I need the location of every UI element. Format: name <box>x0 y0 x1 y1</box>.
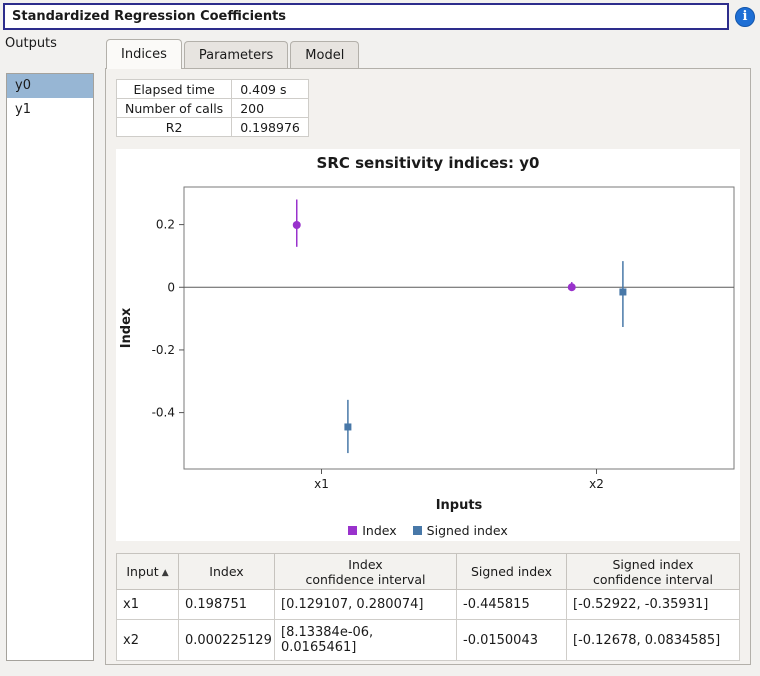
results-cell: -0.445815 <box>457 590 567 620</box>
results-cell: [-0.52922, -0.35931] <box>567 590 740 620</box>
output-item-y0[interactable]: y0 <box>7 74 93 98</box>
results-cell: [8.13384e-06, 0.0165461] <box>275 620 457 661</box>
results-header-0[interactable]: Input▲ <box>117 554 179 590</box>
legend-item-index: Index <box>348 523 396 538</box>
results-cell: [-0.12678, 0.0834585] <box>567 620 740 661</box>
legend-label-index: Index <box>362 523 396 538</box>
results-cell: x2 <box>117 620 179 661</box>
plot-canvas: 0.2 0 -0.2 -0.4 x1 x2 Index Inputs <box>116 175 740 519</box>
stat-label: R2 <box>117 118 232 137</box>
chart-legend: Index Signed index <box>116 519 740 541</box>
svg-text:x2: x2 <box>589 477 604 491</box>
legend-label-signed-index: Signed index <box>427 523 508 538</box>
svg-text:x1: x1 <box>314 477 329 491</box>
stat-label: Number of calls <box>117 99 232 118</box>
svg-text:0.2: 0.2 <box>156 218 175 232</box>
results-header-3[interactable]: Signed index <box>457 554 567 590</box>
tabs-region: IndicesParametersModel Elapsed time0.409… <box>105 36 755 668</box>
tab-indices[interactable]: Indices <box>106 39 182 69</box>
results-cell: [0.129107, 0.280074] <box>275 590 457 620</box>
results-header-4[interactable]: Signed index confidence interval <box>567 554 740 590</box>
signed-index-legend-swatch-icon <box>413 526 422 535</box>
results-header-1[interactable]: Index <box>179 554 275 590</box>
tab-model[interactable]: Model <box>290 41 359 68</box>
chart-title: SRC sensitivity indices: y0 <box>116 149 740 175</box>
main-area: Outputs y0y1 IndicesParametersModel Elap… <box>3 36 757 672</box>
stats-row: R20.198976 <box>117 118 309 137</box>
results-row-x1: x10.198751[0.129107, 0.280074]-0.445815[… <box>117 590 740 620</box>
svg-text:-0.4: -0.4 <box>152 406 175 420</box>
legend-item-signed-index: Signed index <box>413 523 508 538</box>
results-cell: -0.0150043 <box>457 620 567 661</box>
svg-text:-0.2: -0.2 <box>152 343 175 357</box>
title-bar: Standardized Regression Coefficients i <box>3 3 755 30</box>
index-legend-swatch-icon <box>348 526 357 535</box>
outputs-list: y0y1 <box>6 73 94 661</box>
results-cell: 0.198751 <box>179 590 275 620</box>
svg-text:Inputs: Inputs <box>436 498 483 513</box>
tab-bar: IndicesParametersModel <box>106 39 361 69</box>
results-header-row: Input▲IndexIndex confidence intervalSign… <box>117 554 740 590</box>
outputs-label: Outputs <box>5 36 57 51</box>
stats-row: Elapsed time0.409 s <box>117 80 309 99</box>
results-row-x2: x20.000225129[8.13384e-06, 0.0165461]-0.… <box>117 620 740 661</box>
stat-value: 0.409 s <box>232 80 309 99</box>
stats-table: Elapsed time0.409 sNumber of calls200R20… <box>116 79 309 137</box>
svg-text:0: 0 <box>167 280 175 294</box>
results-cell: x1 <box>117 590 179 620</box>
page-title: Standardized Regression Coefficients <box>3 3 729 30</box>
stat-value: 200 <box>232 99 309 118</box>
stat-value: 0.198976 <box>232 118 309 137</box>
app-window: Standardized Regression Coefficients i O… <box>0 0 760 676</box>
stats-row: Number of calls200 <box>117 99 309 118</box>
results-header-2[interactable]: Index confidence interval <box>275 554 457 590</box>
stat-label: Elapsed time <box>117 80 232 99</box>
tab-parameters[interactable]: Parameters <box>184 41 288 68</box>
chart: SRC sensitivity indices: y0 0.2 0 -0.2 -0.4… <box>116 149 740 541</box>
output-item-y1[interactable]: y1 <box>7 98 93 122</box>
results-cell: 0.000225129 <box>179 620 275 661</box>
info-icon[interactable]: i <box>735 7 755 27</box>
results-table: Input▲IndexIndex confidence intervalSign… <box>116 553 740 661</box>
tab-pane-indices: Elapsed time0.409 sNumber of calls200R20… <box>105 68 751 665</box>
svg-text:Index: Index <box>119 307 134 348</box>
sort-ascending-icon: ▲ <box>162 568 169 578</box>
